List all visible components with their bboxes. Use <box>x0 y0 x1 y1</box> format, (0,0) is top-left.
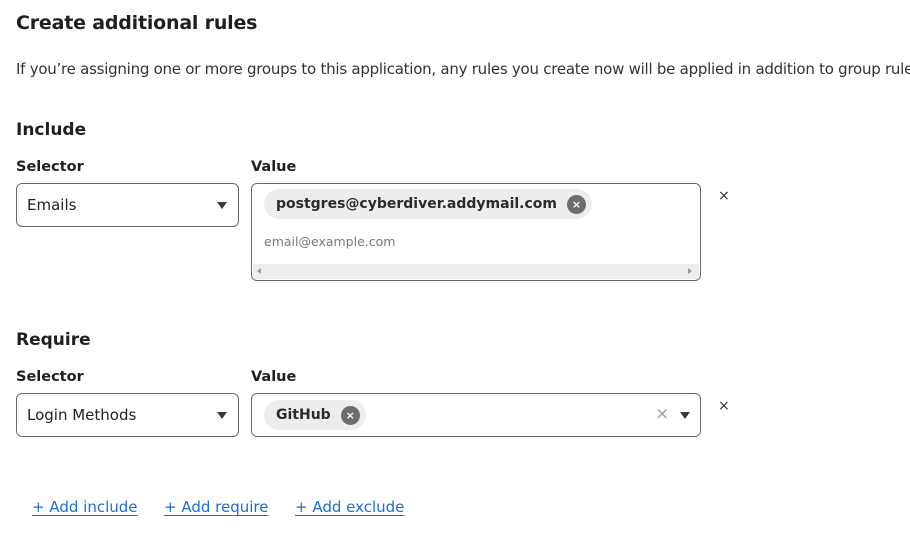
require-value-field[interactable]: GitHub × × <box>251 393 701 437</box>
include-selector-label: Selector <box>16 159 84 175</box>
require-selector-dropdown[interactable]: Login Methods <box>16 393 239 437</box>
page-title: Create additional rules <box>16 12 258 34</box>
include-value-field[interactable]: postgres@cyberdiver.addymail.com × <box>251 183 701 281</box>
email-input[interactable] <box>264 234 664 249</box>
clear-icon[interactable]: × <box>655 406 669 423</box>
caret-down-icon <box>217 202 227 209</box>
include-selector-value: Emails <box>27 196 77 214</box>
include-remove-row-icon[interactable]: × <box>718 189 730 203</box>
require-value-chip-label: GitHub <box>276 407 331 423</box>
require-selector-label: Selector <box>16 369 84 385</box>
include-selector-dropdown[interactable]: Emails <box>16 183 239 227</box>
include-value-chip: postgres@cyberdiver.addymail.com × <box>264 189 593 219</box>
require-value-label: Value <box>251 369 297 385</box>
include-value-chip-label: postgres@cyberdiver.addymail.com <box>276 196 558 212</box>
page-description: If you’re assigning one or more groups t… <box>16 60 910 78</box>
scroll-left-arrow-icon[interactable] <box>257 268 261 274</box>
add-require-link[interactable]: + Add require <box>164 498 268 516</box>
include-heading: Include <box>16 120 87 140</box>
horizontal-scrollbar[interactable] <box>253 264 699 279</box>
require-selector-value: Login Methods <box>27 406 137 424</box>
include-value-label: Value <box>251 159 297 175</box>
add-include-link[interactable]: + Add include <box>32 498 138 516</box>
scroll-right-arrow-icon[interactable] <box>688 268 692 274</box>
caret-down-icon[interactable] <box>680 412 690 419</box>
require-value-chip: GitHub × <box>264 400 366 430</box>
chip-remove-icon[interactable]: × <box>340 405 360 425</box>
require-heading: Require <box>16 330 91 350</box>
caret-down-icon <box>217 412 227 419</box>
add-exclude-link[interactable]: + Add exclude <box>295 498 404 516</box>
chip-remove-icon[interactable]: × <box>567 194 587 214</box>
require-remove-row-icon[interactable]: × <box>718 399 730 413</box>
